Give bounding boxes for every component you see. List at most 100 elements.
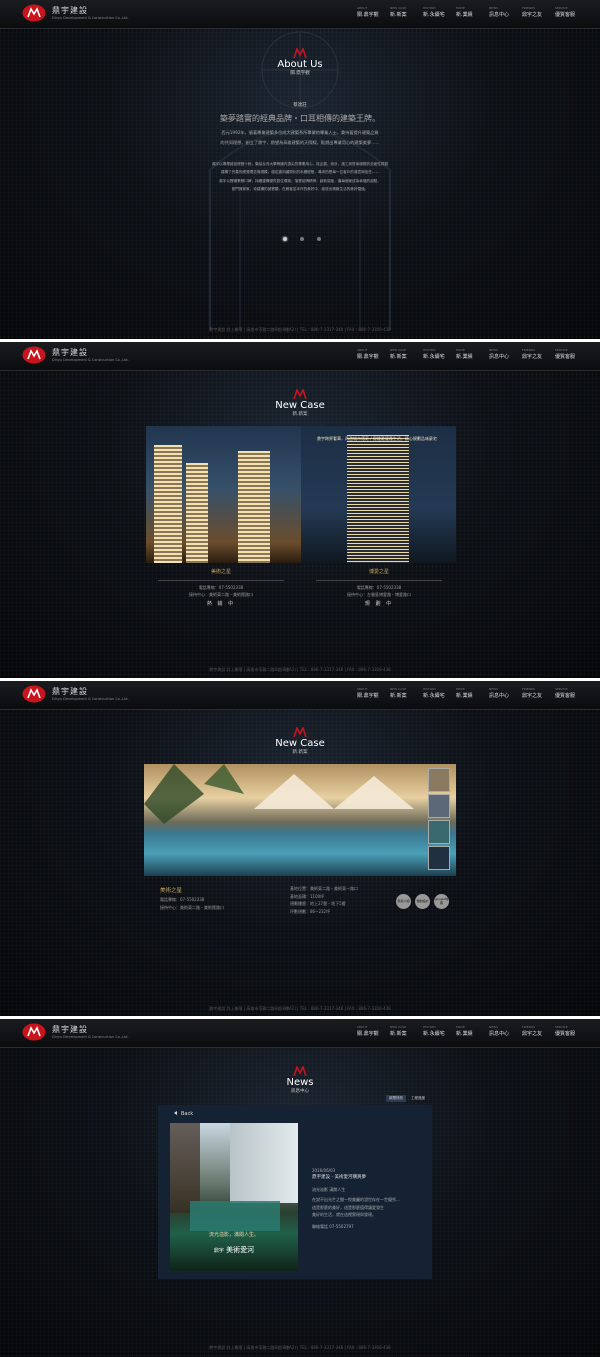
poster-building [230, 1123, 298, 1203]
case-right-image[interactable]: 鼎宇跨界奢華，再造城市傳奇 / 實踐最優雅生活，精心規劃品味豪宅 [301, 426, 456, 563]
nav-newcase[interactable]: NEW CASE 新.新案 [390, 6, 423, 18]
site-header: 鼎宇建設 Dinyu Development & Construction Co… [0, 1019, 600, 1048]
nav-history[interactable]: HISTORY 新.永續宅 [423, 348, 456, 360]
about-intro: 西元1992年，懷著專業建築多位成大建築系所畢業的專業人士，秉持著提升建築品質 … [150, 128, 450, 148]
brand-name[interactable]: 鼎宇建設 [52, 5, 88, 16]
detail-address: 接待中心：美術東二路・美術館路口 [160, 905, 224, 911]
case-phone: 電話專線：07-5502338 [356, 585, 402, 590]
nav-friends[interactable]: FRIENDS 鼎宇之友 [522, 687, 555, 699]
nav-newcase[interactable]: NEW CASE 新.新案 [390, 1025, 423, 1037]
about-person: 蔡達莊 [293, 103, 307, 108]
case-name: 博愛之星 [368, 569, 389, 575]
nav-news[interactable]: NEWS 訊息中心 [489, 1025, 522, 1037]
about-body-line: 建構了完善的經營理念與規模，穩定邁向國際化的永續經營，尋求的是每一位客戶的滿意與… [220, 170, 380, 175]
nav-about[interactable]: ABOUT 關.鼎宇觀 [357, 6, 390, 18]
news-title: News [286, 1077, 314, 1088]
back-button[interactable]: Back [174, 1111, 193, 1117]
brand-mark-icon [293, 389, 307, 399]
nav-newcase[interactable]: NEW CASE 新.新案 [390, 687, 423, 699]
news-body-line: 在說不出光芒之間一悅美麗的澄世存在一世優秀... [312, 1197, 400, 1203]
nav-friends[interactable]: FRIENDS 鼎宇之友 [522, 6, 555, 18]
about-intro-line: 西元1992年，懷著專業建築多位成大建築系所畢業的專業人士，秉持著提升建築品質 [221, 130, 379, 135]
tab-progress[interactable]: 工程進度 [408, 1095, 428, 1102]
nav-friends[interactable]: FRIENDS 鼎宇之友 [522, 1025, 555, 1037]
slide-dot[interactable] [317, 237, 321, 241]
case-address: 接待中心：左營區博愛路・博愛路口 [347, 592, 411, 598]
gallery-thumb[interactable] [428, 768, 450, 792]
news-tel: 聯絡電話 07-5502797 [312, 1224, 354, 1230]
nav-service[interactable]: SERVICE 優質客服 [555, 6, 588, 18]
newcase-panel: 鼎宇建設 Dinyu Development & Construction Co… [0, 342, 600, 678]
nav-service[interactable]: SERVICE 優質客服 [555, 1025, 588, 1037]
case-address: 接待中心：美術東二路・美術館路口 [189, 592, 253, 598]
case-card[interactable]: 博愛之星 電話專線：07-5502338 接待中心：左營區博愛路・博愛路口 規 … [304, 568, 454, 609]
brand-name[interactable]: 鼎宇建設 [52, 347, 88, 358]
brand-mark-icon [293, 48, 307, 58]
case-pool-image[interactable] [144, 764, 456, 876]
nav-service[interactable]: SERVICE 優質客服 [555, 687, 588, 699]
newcase-heading: New Case 新.新案 [0, 389, 600, 417]
main-nav: ABOUT 關.鼎宇觀 NEW CASE 新.新案 HISTORY 新.永續宅 MOV… [357, 1025, 588, 1037]
news-subtitle: 訊息中心 [291, 1089, 309, 1094]
google-map-button[interactable]: google地圖 [434, 894, 449, 909]
nav-move[interactable]: MOVE 新.業績 [456, 1025, 489, 1037]
about-title: About Us [277, 59, 323, 70]
nav-news[interactable]: NEWS 訊息中心 [489, 348, 522, 360]
environment-button[interactable]: 環境介紹 [396, 894, 411, 909]
brand-name-en: Dinyu Development & Construction Co.,Ltd… [52, 697, 129, 701]
main-nav: ABOUT 關.鼎宇觀 NEW CASE 新.新案 HISTORY 新.永續宅 MOV… [357, 6, 588, 18]
newcase-banner-image[interactable]: 鼎宇跨界奢華，再造城市傳奇 / 實踐最優雅生活，精心規劃品味豪宅 [146, 426, 456, 563]
back-arrow-icon [174, 1111, 177, 1115]
footer: 鼎宇建設 詳上聯落 | 高雄市苓雅二路8號(8樓A2) | TEL : 886-… [209, 1345, 391, 1350]
brand-name[interactable]: 鼎宇建設 [52, 686, 88, 697]
gallery-thumb[interactable] [428, 846, 450, 870]
nav-about[interactable]: ABOUT 關.鼎宇觀 [357, 687, 390, 699]
gallery-thumb[interactable] [428, 820, 450, 844]
case-status: 規 劃 中 [364, 601, 394, 608]
nav-about[interactable]: ABOUT 關.鼎宇觀 [357, 1025, 390, 1037]
nav-move[interactable]: MOVE 新.業績 [456, 687, 489, 699]
spec-line: 坪數規劃：86~232坪 [290, 908, 331, 914]
detail-contact: 美術之星 電話專線：07-5502338 接待中心：美術東二路・美術館路口 [160, 886, 224, 912]
poster-building [170, 1123, 200, 1213]
about-body-line: 座門與家家，待建構的誠實願，在雅客並本作的美好中，綻放出精緻生活的美好價值。 [231, 186, 369, 191]
brand-logo-icon[interactable] [22, 1023, 46, 1041]
banner-overlay-text: 鼎宇跨界奢華，再造城市傳奇 / 實踐最優雅生活，精心規劃品味豪宅 [317, 436, 437, 441]
divider [158, 580, 284, 581]
brand-name[interactable]: 鼎宇建設 [52, 1024, 88, 1035]
spec-line: 規劃樓層：地上27層・地下5層 [290, 901, 346, 907]
news-article-box: 新聞快訊 工程進度 Back 流光溢影，滿閱人生。 鼎宇 美術愛河 2016/0… [158, 1095, 432, 1279]
nav-service[interactable]: SERVICE 優質客服 [555, 348, 588, 360]
nav-about[interactable]: ABOUT 關.鼎宇觀 [357, 348, 390, 360]
building-shape [238, 451, 270, 563]
site-header: 鼎宇建設 Dinyu Development & Construction Co… [0, 342, 600, 371]
main-nav: ABOUT 關.鼎宇觀 NEW CASE 新.新案 HISTORY 新.永續宅 MOV… [357, 348, 588, 360]
tab-news[interactable]: 新聞快訊 [386, 1095, 406, 1102]
about-intro-line: 的共同理想，創立了鼎宇，期望為高雄建築的天際線，點燃出專業用心的建築美夢…… [220, 140, 380, 146]
poster-brand: 鼎宇 [213, 1248, 224, 1254]
brand-logo-icon[interactable] [22, 685, 46, 703]
nav-move[interactable]: MOVE 新.業績 [456, 348, 489, 360]
case-status: 熱 銷 中 [206, 601, 236, 608]
nav-newcase[interactable]: NEW CASE 新.新案 [390, 348, 423, 360]
nav-news[interactable]: NEWS 訊息中心 [489, 687, 522, 699]
brand-logo-icon[interactable] [22, 4, 46, 22]
detail-name: 美術之星 [160, 888, 183, 894]
case-card[interactable]: 美術之星 電話專線：07-5502338 接待中心：美術東二路・美術館路口 熱 … [146, 568, 296, 609]
nav-history[interactable]: HISTORY 新.永續宅 [423, 1025, 456, 1037]
nav-history[interactable]: HISTORY 新.永續宅 [423, 6, 456, 18]
nav-move[interactable]: MOVE 新.業績 [456, 6, 489, 18]
slide-dot[interactable] [300, 237, 304, 241]
about-body-line: 鼎宇以實績累積口碑，持續建構優質居住環境，落實品牌精神，創新突破，讓每個家成為幸… [219, 178, 381, 183]
brand-logo-icon[interactable] [22, 346, 46, 364]
news-date: 2016/06/03 [312, 1168, 336, 1173]
nav-friends[interactable]: FRIENDS 鼎宇之友 [522, 348, 555, 360]
nav-news[interactable]: NEWS 訊息中心 [489, 6, 522, 18]
building-shape [186, 463, 208, 563]
nav-history[interactable]: HISTORY 新.永續宅 [423, 687, 456, 699]
slide-dot[interactable] [283, 237, 287, 241]
gallery-thumb[interactable] [428, 794, 450, 818]
brand-name-en: Dinyu Development & Construction Co.,Ltd… [52, 358, 129, 362]
spec-line: 基地面積：1100坪 [290, 893, 325, 899]
planning-button[interactable]: 規劃設計 [415, 894, 430, 909]
